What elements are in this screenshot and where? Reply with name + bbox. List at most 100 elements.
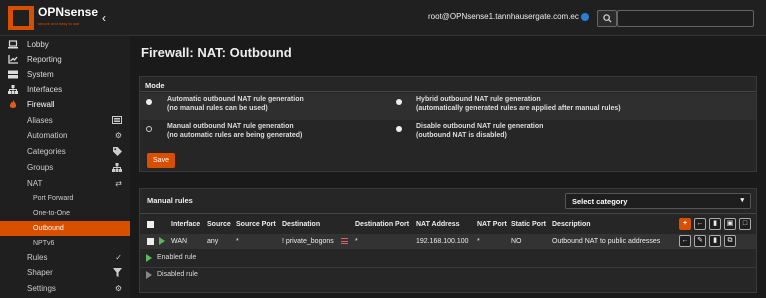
sidebar: Lobby Reporting System Interfaces Firewa…: [0, 36, 130, 298]
sidebar-item-interfaces[interactable]: Interfaces: [0, 82, 130, 97]
column-destination-port[interactable]: Destination Port: [355, 221, 409, 228]
cell-description: Outbound NAT to public addresses: [552, 238, 661, 245]
column-nat-port[interactable]: NAT Port: [477, 221, 507, 228]
sidebar-item-label: Settings: [27, 284, 56, 293]
edit-rule-button[interactable]: ✎: [694, 235, 706, 247]
mode-option-title: Manual outbound NAT rule generation: [167, 123, 294, 130]
sidebar-item-lobby[interactable]: Lobby: [0, 37, 130, 52]
mode-option-desc: (no manual rules can be used): [167, 104, 268, 112]
move-before-button[interactable]: ←: [679, 235, 691, 247]
mode-automatic-option[interactable]: Automatic outbound NAT rule generation (…: [167, 96, 304, 113]
column-description[interactable]: Description: [552, 221, 591, 228]
legend-enabled: Enabled rule: [140, 251, 756, 265]
legend-disabled: Disabled rule: [140, 267, 756, 281]
sitemap-icon: [8, 85, 18, 94]
mode-manual-radio[interactable]: [146, 126, 152, 132]
search-input[interactable]: [617, 10, 754, 27]
fire-icon: [8, 100, 18, 109]
category-select-label: Select category: [572, 197, 628, 206]
gear-icon: ⚙: [114, 131, 122, 140]
sidebar-item-aliases[interactable]: Aliases: [0, 113, 130, 128]
disable-selected-button[interactable]: □: [739, 218, 751, 230]
search-button[interactable]: [597, 10, 617, 27]
rules-table-header: Interface Source Source Port Destination…: [140, 216, 756, 233]
mode-disable-option[interactable]: Disable outbound NAT rule generation (ou…: [416, 123, 543, 140]
user-label[interactable]: root@OPNsense1.tannhausergate.com.ec: [428, 12, 579, 21]
sidebar-item-groups[interactable]: Groups: [0, 160, 130, 175]
move-selected-button[interactable]: ←: [694, 218, 706, 230]
column-source[interactable]: Source: [207, 221, 231, 228]
cell-nat-address: 192.168.100.100: [416, 238, 469, 245]
sidebar-item-outbound[interactable]: Outbound: [0, 221, 130, 236]
column-nat-address[interactable]: NAT Address: [416, 221, 460, 228]
sitemap-icon: [112, 163, 122, 174]
filter-icon: [113, 268, 122, 279]
sidebar-item-categories[interactable]: Categories: [0, 144, 130, 159]
brand-name: OPNsense: [38, 5, 99, 19]
select-all-checkbox[interactable]: [147, 221, 154, 228]
sidebar-item-firewall[interactable]: Firewall: [0, 97, 130, 112]
sidebar-item-label: Firewall: [27, 100, 55, 109]
cell-destination-port: *: [355, 238, 358, 245]
list-icon: [112, 116, 122, 126]
sidebar-item-label: System: [27, 70, 54, 79]
mode-hybrid-radio[interactable]: [396, 99, 402, 105]
add-rule-button[interactable]: +: [679, 218, 691, 230]
row-checkbox[interactable]: [147, 238, 154, 245]
category-select[interactable]: Select category ▾: [565, 193, 751, 209]
sidebar-item-label: Outbound: [33, 225, 64, 232]
delete-rule-button[interactable]: ▮: [709, 235, 721, 247]
column-interface[interactable]: Interface: [171, 221, 200, 228]
sidebar-item-nptv6[interactable]: NPTv6: [0, 236, 130, 251]
sidebar-item-label: Interfaces: [27, 85, 63, 94]
exchange-icon: ⇄: [115, 179, 122, 188]
enabled-rule-icon[interactable]: [159, 237, 165, 245]
sidebar-item-label: NAT: [27, 179, 43, 188]
sidebar-item-rules[interactable]: Rules ✓: [0, 250, 130, 265]
mode-hybrid-option[interactable]: Hybrid outbound NAT rule generation (aut…: [416, 96, 621, 113]
legend-enabled-label: Enabled rule: [157, 254, 197, 261]
table-row[interactable]: WAN any * ! private_bogons * 192.168.100…: [140, 234, 756, 249]
cell-source: any: [207, 238, 219, 245]
caret-down-icon: ▾: [740, 197, 744, 204]
sidebar-item-label: Groups: [27, 163, 54, 172]
sidebar-item-label: One-to-One: [33, 210, 70, 217]
mode-disable-radio[interactable]: [396, 126, 402, 132]
mode-automatic-radio[interactable]: [146, 99, 152, 105]
mode-heading: Mode: [140, 77, 756, 92]
column-destination[interactable]: Destination: [282, 221, 320, 228]
sidebar-item-port-forward[interactable]: Port Forward: [0, 191, 130, 206]
top-bar: OPNsense secure and easy to use ‹ root@O…: [0, 0, 766, 36]
clone-rule-button[interactable]: ⧉: [724, 235, 736, 247]
save-button[interactable]: Save: [147, 153, 175, 168]
alias-list-icon[interactable]: [341, 238, 348, 244]
main-content: Firewall: NAT: Outbound Mode Automatic o…: [130, 36, 766, 298]
enable-selected-button[interactable]: ▣: [724, 218, 736, 230]
cell-destination: ! private_bogons: [282, 238, 334, 245]
status-indicator[interactable]: [581, 13, 589, 21]
mode-option-desc: (outbound NAT is disabled): [416, 131, 507, 139]
mode-option-desc: (no automatic rules are being generated): [167, 131, 303, 139]
collapse-sidebar-icon[interactable]: ‹: [102, 11, 106, 25]
column-static-port[interactable]: Static Port: [511, 221, 546, 228]
tag-icon: [113, 147, 122, 158]
sidebar-item-label: NPTv6: [33, 240, 55, 247]
column-source-port[interactable]: Source Port: [236, 221, 276, 228]
sidebar-item-shaper[interactable]: Shaper: [0, 265, 130, 280]
sidebar-item-system[interactable]: System: [0, 67, 130, 82]
sidebar-item-automation[interactable]: Automation ⚙: [0, 128, 130, 143]
delete-selected-button[interactable]: ▮: [709, 218, 721, 230]
page-title: Firewall: NAT: Outbound: [141, 45, 292, 60]
rules-heading: Manual rules: [147, 196, 193, 205]
sidebar-item-label: Aliases: [27, 116, 53, 125]
logo-mark-icon: [8, 6, 34, 30]
legend-disabled-label: Disabled rule: [157, 271, 198, 278]
sidebar-item-nat[interactable]: NAT ⇄: [0, 176, 130, 191]
sidebar-item-settings[interactable]: Settings ⚙: [0, 281, 130, 296]
cell-interface: WAN: [171, 238, 188, 245]
sidebar-item-one-to-one[interactable]: One-to-One: [0, 206, 130, 221]
gears-icon: ⚙: [114, 284, 122, 293]
sidebar-item-reporting[interactable]: Reporting: [0, 52, 130, 67]
manual-rules-panel: Manual rules Select category ▾ Interface…: [139, 188, 757, 293]
mode-manual-option[interactable]: Manual outbound NAT rule generation (no …: [167, 123, 302, 140]
